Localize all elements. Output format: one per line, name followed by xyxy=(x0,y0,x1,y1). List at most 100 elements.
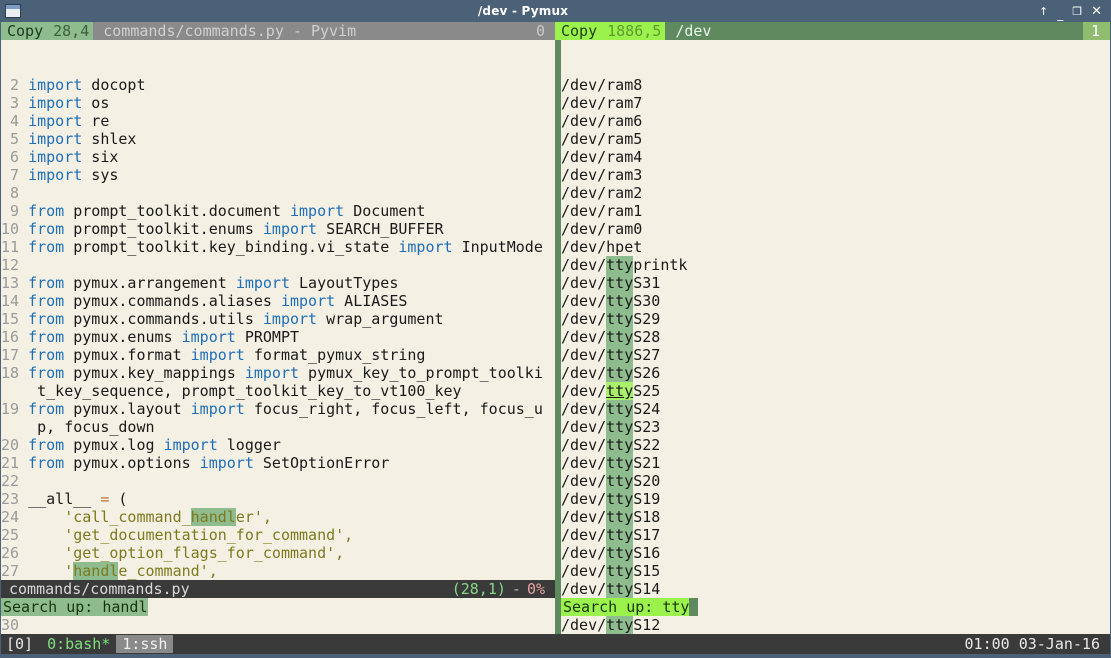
dev-list-item: /dev/ttyS14 xyxy=(561,580,1110,598)
code-token: 'get_option_flags_for_command', xyxy=(28,544,345,562)
code-token: docopt xyxy=(82,76,146,94)
code-line: 27 'handle_command', xyxy=(1,562,555,580)
dev-file-list[interactable]: /dev/ram8/dev/ram7/dev/ram6/dev/ram5/dev… xyxy=(561,76,1110,634)
path-prefix: /dev/ xyxy=(561,256,607,274)
right-pane-body[interactable]: /dev/ram8/dev/ram7/dev/ram6/dev/ram5/dev… xyxy=(555,40,1110,634)
line-number: 30 xyxy=(1,616,29,634)
maximize-icon[interactable]: ❐ xyxy=(1072,6,1082,17)
search-match: tty xyxy=(606,274,634,292)
code-token: PROMPT xyxy=(235,328,300,346)
window-tab-0[interactable]: 0:bash* xyxy=(41,635,117,653)
right-search-query[interactable]: tty xyxy=(662,598,689,616)
code-token: focus_right, focus_left, focus_u xyxy=(244,400,543,418)
line-number: 18 xyxy=(1,364,29,382)
line-number: 15 xyxy=(1,310,29,328)
code-token: import xyxy=(28,112,83,130)
left-pane-body[interactable]: 2 import docopt 3 import os 4 import re … xyxy=(1,40,555,634)
line-number: 13 xyxy=(1,274,29,292)
path-prefix: /dev/hpet xyxy=(561,238,643,256)
minimize-icon[interactable]: _ xyxy=(1057,8,1063,20)
path-prefix: /dev/ xyxy=(561,436,607,454)
search-match: tty xyxy=(606,472,634,490)
dev-list-item: /dev/ttyprintk xyxy=(561,256,1110,274)
line-number: 21 xyxy=(1,454,29,472)
code-line: 26 'get_option_flags_for_command', xyxy=(1,544,555,562)
path-prefix: /dev/ xyxy=(561,310,607,328)
left-status-filename: commands/commands.py xyxy=(9,580,190,598)
path-prefix: /dev/ xyxy=(561,544,607,562)
code-token: pymux_key_to_prompt_toolki xyxy=(299,364,543,382)
search-match: tty xyxy=(606,580,634,598)
code-token: prompt_toolkit.enums xyxy=(64,220,263,238)
search-match: tty xyxy=(606,562,634,580)
code-token: import xyxy=(28,94,83,112)
search-match: tty xyxy=(606,544,634,562)
path-suffix: S20 xyxy=(633,472,661,490)
code-line: 23 __all__ = ( xyxy=(1,490,555,508)
left-pane-name: commands/commands.py - Pyvim xyxy=(103,22,357,40)
dev-list-item: /dev/ttyS26 xyxy=(561,364,1110,382)
line-number: 22 xyxy=(1,472,29,490)
pymux-statusbar: [0] 0:bash* 1:ssh 01:00 03-Jan-16 xyxy=(1,634,1110,654)
code-line: 13 from pymux.arrangement import LayoutT… xyxy=(1,274,555,292)
path-prefix: /dev/ xyxy=(561,508,607,526)
code-token: prompt_toolkit.document xyxy=(64,202,290,220)
code-token: pymux.commands.utils xyxy=(64,310,263,328)
code-token: e_command', xyxy=(118,562,218,580)
close-icon[interactable]: ✕ xyxy=(1091,5,1102,18)
left-pane-statusline: commands/commands.py (28,1) - 0% xyxy=(1,580,555,598)
code-line: 8 xyxy=(1,184,555,202)
shade-icon[interactable]: ↑ xyxy=(1039,6,1048,17)
path-suffix: S28 xyxy=(633,328,661,346)
right-search-line[interactable]: Search up: tty xyxy=(561,598,1110,616)
line-number: 12 xyxy=(1,256,29,274)
right-search-cursor xyxy=(689,598,699,616)
right-search-field[interactable]: Search up: tty xyxy=(561,598,690,616)
dev-list-item: /dev/ram1 xyxy=(561,202,1110,220)
left-search-line[interactable]: Search up: handl xyxy=(1,598,555,616)
dev-list-item: /dev/ttyS25 xyxy=(561,382,1110,400)
code-line: 5 import shlex xyxy=(1,130,555,148)
right-pane-number: 1 xyxy=(1082,22,1110,40)
code-line: 15 from pymux.commands.utils import wrap… xyxy=(1,310,555,328)
line-number: 9 xyxy=(1,202,29,220)
pane-left-pyvim[interactable]: Copy 28,4 commands/commands.py - Pyvim 0 … xyxy=(1,22,555,634)
left-pane-number: 0 xyxy=(527,22,555,40)
dev-list-item: /dev/ram7 xyxy=(561,94,1110,112)
path-suffix: S19 xyxy=(633,490,661,508)
code-token: shlex xyxy=(82,130,137,148)
code-token: from xyxy=(28,292,65,310)
search-match: tty xyxy=(606,364,634,382)
code-token: import xyxy=(28,148,83,166)
left-pane-copy-position: 28,4 xyxy=(53,22,90,40)
right-pane-titlebar: Copy 1886,5 /dev 1 xyxy=(555,22,1110,40)
path-suffix: S31 xyxy=(633,274,661,292)
code-token: 'call_command_ xyxy=(28,508,191,526)
code-token: from xyxy=(28,328,65,346)
code-token: import xyxy=(262,310,318,328)
line-number: 8 xyxy=(1,184,29,202)
code-line: 4 import re xyxy=(1,112,555,130)
dev-list-item: /dev/ttyS18 xyxy=(561,508,1110,526)
path-prefix: /dev/ xyxy=(561,526,607,544)
dev-list-item: /dev/ram3 xyxy=(561,166,1110,184)
search-match: tty xyxy=(606,310,634,328)
current-search-match: tty xyxy=(606,382,634,400)
left-search-field[interactable]: Search up: handl xyxy=(1,598,148,616)
line-number: 16 xyxy=(1,328,29,346)
pane-right-dev-listing[interactable]: Copy 1886,5 /dev 1 /dev/ram8/dev/ram7/dev… xyxy=(555,22,1110,634)
left-status-percent: 0% xyxy=(526,580,545,598)
path-prefix: /dev/ xyxy=(561,418,607,436)
window-tab-1[interactable]: 1:ssh xyxy=(116,635,174,653)
path-suffix: printk xyxy=(633,256,688,274)
path-prefix: /dev/ xyxy=(561,364,607,382)
window-list[interactable]: 0:bash* 1:ssh xyxy=(41,634,174,654)
path-prefix: /dev/ram0 xyxy=(561,220,643,238)
search-match: tty xyxy=(606,526,634,544)
left-search-query[interactable]: handl xyxy=(102,598,147,616)
left-status-separator: - xyxy=(511,580,521,598)
code-token: from xyxy=(28,364,65,382)
code-editor-content[interactable]: 2 import docopt 3 import os 4 import re … xyxy=(1,76,555,634)
left-status-position: (28,1) xyxy=(451,580,506,598)
search-match: tty xyxy=(606,346,634,364)
